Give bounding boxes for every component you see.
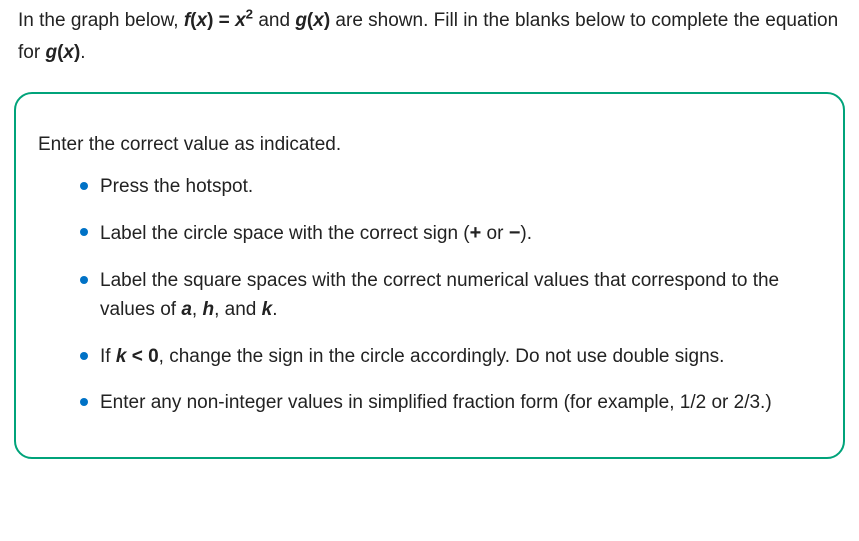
intro-prefix: In the graph below, (18, 10, 184, 31)
minus-sign: − (509, 222, 521, 244)
item-or: or (481, 223, 508, 244)
item-post: ). (520, 223, 532, 244)
g-function-name-2: g (45, 42, 57, 63)
item-text: Enter any non-integer values in simplifi… (100, 392, 772, 413)
item-post: , change the sign in the circle accordin… (159, 346, 725, 367)
lt-zero: < 0 (126, 346, 158, 367)
intro-paragraph: In the graph below, f(x) = x2 and g(x) a… (0, 0, 859, 82)
a-var: a (181, 299, 192, 320)
list-item: Label the circle space with the correct … (80, 218, 821, 249)
instruction-box: Enter the correct value as indicated. Pr… (14, 92, 845, 459)
equals-sign: = (213, 10, 235, 31)
plus-sign: + (470, 222, 482, 244)
item-text: Press the hotspot. (100, 176, 253, 197)
instruction-list: Press the hotspot. Label the circle spac… (38, 172, 821, 418)
list-item: Press the hotspot. (80, 172, 821, 201)
h-var: h (202, 299, 214, 320)
instruction-heading: Enter the correct value as indicated. (38, 134, 821, 156)
comma-1: , (192, 299, 203, 320)
list-item: If k < 0, change the sign in the circle … (80, 342, 821, 371)
item-pre: Label the circle space with the correct … (100, 223, 470, 244)
x-var-3: x (63, 42, 74, 63)
k-var: k (262, 299, 273, 320)
item-pre: If (100, 346, 116, 367)
list-item: Enter any non-integer values in simplifi… (80, 388, 821, 417)
x-squared-base: x (235, 10, 246, 31)
x-squared-exp: 2 (246, 7, 253, 22)
k-var-2: k (116, 346, 127, 367)
intro-period: . (80, 42, 85, 63)
comma-2: , and (214, 299, 262, 320)
intro-mid: and (253, 10, 295, 31)
x-var-2: x (313, 10, 324, 31)
g-function-name-1: g (295, 10, 307, 31)
list-item: Label the square spaces with the correct… (80, 266, 821, 325)
x-var-1: x (197, 10, 208, 31)
item-post: . (272, 299, 277, 320)
